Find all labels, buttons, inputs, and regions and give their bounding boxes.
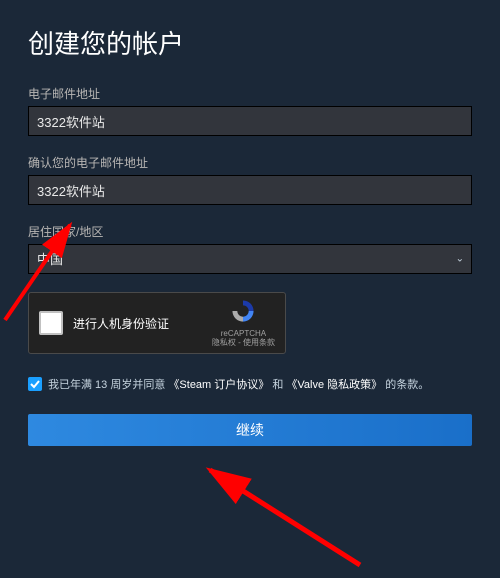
confirm-email-field-group: 确认您的电子邮件地址 — [28, 154, 472, 205]
recaptcha-checkbox[interactable] — [39, 311, 63, 335]
confirm-email-label: 确认您的电子邮件地址 — [28, 154, 472, 171]
page-title: 创建您的帐户 — [28, 24, 472, 61]
agree-row: 我已年满 13 周岁并同意 《Steam 订户协议》 和 《Valve 隐私政策… — [28, 376, 472, 392]
agree-checkbox[interactable] — [28, 377, 42, 391]
recaptcha-widget[interactable]: 进行人机身份验证 reCAPTCHA 隐私权 - 使用条款 — [28, 292, 286, 354]
recaptcha-label: 进行人机身份验证 — [73, 315, 169, 332]
subscriber-agreement-link[interactable]: 《Steam 订户协议》 — [168, 379, 269, 391]
confirm-email-input[interactable] — [28, 175, 472, 205]
country-label: 居住国家/地区 — [28, 223, 472, 240]
email-label: 电子邮件地址 — [28, 85, 472, 102]
email-input[interactable] — [28, 106, 472, 136]
check-icon — [30, 379, 40, 389]
agree-text: 我已年满 13 周岁并同意 《Steam 订户协议》 和 《Valve 隐私政策… — [48, 376, 429, 392]
continue-button[interactable]: 继续 — [28, 414, 472, 446]
country-select[interactable]: 中国 — [28, 244, 472, 274]
country-field-group: 居住国家/地区 中国 ⌄ — [28, 223, 472, 274]
recaptcha-icon — [230, 298, 256, 324]
recaptcha-branding: reCAPTCHA 隐私权 - 使用条款 — [212, 298, 275, 348]
email-field-group: 电子邮件地址 — [28, 85, 472, 136]
privacy-policy-link[interactable]: 《Valve 隐私政策》 — [286, 379, 382, 391]
annotation-arrow-2 — [150, 460, 370, 570]
